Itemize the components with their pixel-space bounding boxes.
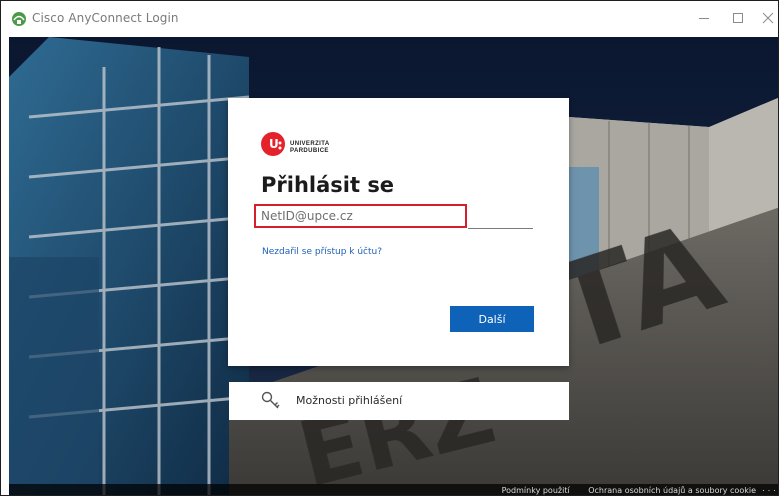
page-title: Přihlásit se bbox=[261, 173, 395, 197]
logo-line-1: UNIVERZITA bbox=[290, 141, 330, 147]
sign-in-options-label: Možnosti přihlášení bbox=[296, 394, 403, 407]
maximize-icon[interactable] bbox=[727, 7, 749, 29]
anyconnect-app-icon bbox=[12, 12, 26, 26]
svg-text:U: U bbox=[269, 137, 279, 151]
key-icon bbox=[261, 391, 280, 409]
footer-links: Podmínky použití Ochrana osobních údajů … bbox=[486, 484, 756, 495]
cant-access-account-link[interactable]: Nezdařil se přístup k účtu? bbox=[262, 247, 382, 257]
email-input[interactable] bbox=[254, 204, 467, 228]
upce-logo-text: UNIVERZITA PARDUBICE bbox=[290, 141, 330, 154]
privacy-link[interactable]: Ochrana osobních údajů a soubory cookie bbox=[588, 486, 756, 495]
logo-line-2: PARDUBICE bbox=[290, 147, 329, 154]
window-title: Cisco AnyConnect Login bbox=[32, 11, 179, 25]
sign-in-options-button[interactable]: Možnosti přihlášení bbox=[229, 382, 569, 420]
title-bar: Cisco AnyConnect Login bbox=[1, 1, 778, 37]
minimize-icon[interactable] bbox=[693, 7, 715, 29]
input-underline bbox=[468, 228, 533, 229]
footer-bar: Podmínky použití Ochrana osobních údajů … bbox=[9, 484, 778, 495]
close-icon[interactable] bbox=[757, 7, 779, 29]
more-options-icon[interactable]: · · · bbox=[762, 484, 776, 495]
app-window: Cisco AnyConnect Login ITA ERZ U UNIVERZ… bbox=[0, 0, 779, 496]
next-button[interactable]: Další bbox=[450, 306, 534, 332]
upce-logo-icon: U bbox=[261, 132, 285, 156]
login-card: U UNIVERZITA PARDUBICE Přihlásit se Nezd… bbox=[228, 98, 569, 366]
terms-link[interactable]: Podmínky použití bbox=[502, 486, 570, 495]
